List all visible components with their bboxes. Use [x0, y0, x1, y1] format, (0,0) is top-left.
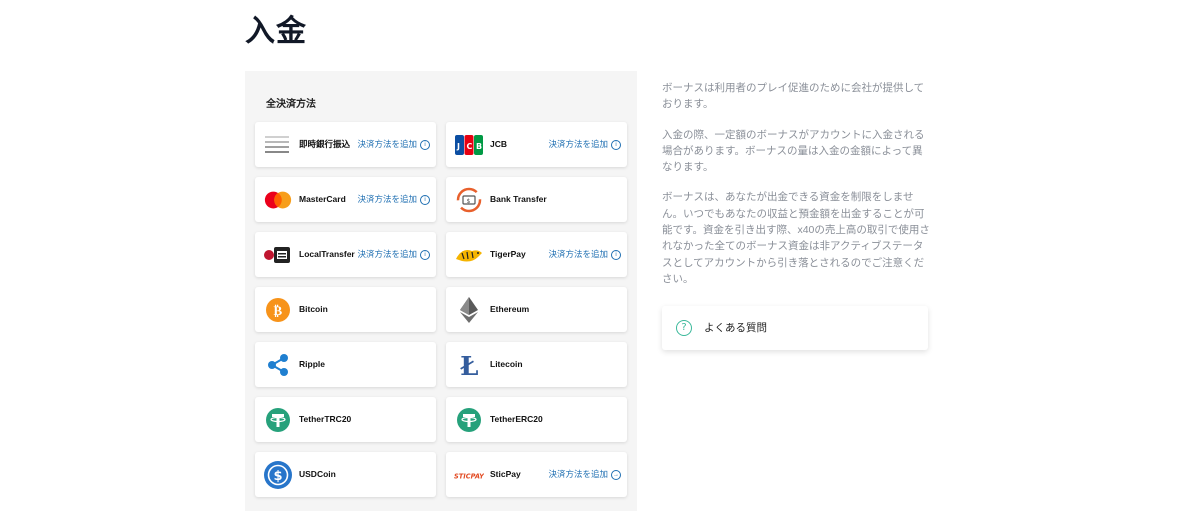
mastercard-icon [263, 185, 293, 215]
bonus-note: ボーナスは、あなたが出金できる資金を制限をしません。いつでもあなたの収益と預金額… [662, 191, 930, 285]
add-payment-method-link[interactable]: 決済方法を追加 i [548, 232, 621, 277]
section-heading: 全決済方法 [266, 99, 316, 110]
ethereum-icon [454, 295, 484, 325]
bitcoin-icon: ₿ [263, 295, 293, 325]
svg-text:$: $ [274, 469, 283, 484]
payment-method-card[interactable]: Ripple [255, 342, 436, 387]
payment-method-card[interactable]: ₿ Bitcoin [255, 287, 436, 332]
payment-method-card[interactable]: MasterCard 決済方法を追加 i [255, 177, 436, 222]
svg-text:J: J [456, 142, 460, 151]
bonus-notes: ボーナスは利用者のプレイ促進のために会社が提供しております。 入金の際、一定額の… [662, 80, 930, 301]
payment-method-name: Bitcoin [299, 304, 328, 314]
payment-method-name: Litecoin [490, 359, 523, 369]
payment-method-name: 即時銀行振込 [299, 139, 351, 149]
svg-text:B: B [476, 142, 482, 151]
jcb-icon: JCB [454, 130, 484, 160]
payment-method-name: JCB [490, 139, 508, 149]
add-payment-method-label: 決済方法を追加 [548, 249, 608, 259]
payment-method-name: Bank Transfer [490, 194, 547, 204]
faq-button[interactable]: ? よくある質問 [662, 306, 928, 350]
payment-methods-panel: 全決済方法 即時銀行振込 決済方法を追加 i J C B JCB 決済方法を追加 i Master… [245, 71, 637, 511]
info-icon: i [420, 249, 430, 260]
payment-methods-grid: 即時銀行振込 決済方法を追加 i J C B JCB 決済方法を追加 i MasterCard 決済… [255, 122, 627, 497]
ripple-icon [263, 350, 293, 380]
payment-method-name: TetherERC20 [490, 414, 543, 424]
payment-method-card[interactable]: Ethereum [446, 287, 627, 332]
payment-method-name: TetherTRC20 [299, 414, 352, 424]
payment-method-name: TigerPay [490, 249, 526, 259]
payment-method-card[interactable]: LocalTransfer 決済方法を追加 i [255, 232, 436, 277]
instant-bank-icon [263, 130, 293, 160]
svg-text:₿: ₿ [274, 304, 283, 319]
svg-text:$: $ [467, 198, 471, 205]
tigerpay-icon [454, 240, 484, 270]
payment-method-card[interactable]: TetherERC20 [446, 397, 627, 442]
question-icon: ? [676, 320, 692, 336]
bonus-note: ボーナスは利用者のプレイ促進のために会社が提供しております。 [662, 82, 925, 111]
svg-text:C: C [467, 142, 473, 151]
sticpay-icon: STICPAY [454, 460, 484, 490]
add-payment-method-link[interactable]: 決済方法を追加 i [357, 122, 430, 167]
payment-method-card[interactable]: 即時銀行振込 決済方法を追加 i [255, 122, 436, 167]
payment-method-card[interactable]: TigerPay 決済方法を追加 i [446, 232, 627, 277]
usdcoin-icon: $ [263, 460, 293, 490]
add-payment-method-label: 決済方法を追加 [548, 469, 608, 479]
payment-method-name: SticPay [490, 469, 521, 479]
add-payment-method-label: 決済方法を追加 [357, 249, 417, 259]
payment-method-card[interactable]: Ł Litecoin [446, 342, 627, 387]
payment-method-name: MasterCard [299, 194, 346, 204]
add-payment-method-link[interactable]: 決済方法を追加 i [357, 177, 430, 222]
add-payment-method-link[interactable]: 決済方法を追加 i [357, 232, 430, 277]
info-icon: i [420, 194, 430, 205]
local-transfer-icon [263, 240, 293, 270]
page-title: 入金 [245, 14, 307, 49]
payment-method-card[interactable]: STICPAY SticPay 決済方法を追加 → [446, 452, 627, 497]
litecoin-icon: Ł [454, 350, 484, 380]
info-icon: i [420, 139, 430, 150]
payment-method-name: LocalTransfer [299, 249, 355, 259]
info-icon: i [611, 249, 621, 260]
add-payment-method-link[interactable]: 決済方法を追加 → [548, 452, 621, 497]
tether-icon [263, 405, 293, 435]
bonus-note: 入金の際、一定額のボーナスがアカウントに入金される場合があります。ボーナスの量は… [662, 128, 925, 174]
svg-text:STICPAY: STICPAY [454, 473, 484, 481]
add-payment-method-label: 決済方法を追加 [357, 194, 417, 204]
payment-method-card[interactable]: J C B JCB 決済方法を追加 i [446, 122, 627, 167]
payment-method-card[interactable]: $ USDCoin [255, 452, 436, 497]
add-payment-method-link[interactable]: 決済方法を追加 i [548, 122, 621, 167]
payment-method-card[interactable]: TetherTRC20 [255, 397, 436, 442]
tether-icon [454, 405, 484, 435]
add-payment-method-label: 決済方法を追加 [357, 139, 417, 149]
payment-method-card[interactable]: $ Bank Transfer [446, 177, 627, 222]
faq-label: よくある質問 [704, 322, 767, 334]
payment-method-name: USDCoin [299, 469, 336, 479]
add-payment-method-label: 決済方法を追加 [548, 139, 608, 149]
payment-method-name: Ripple [299, 359, 325, 369]
bank-transfer-icon: $ [454, 185, 484, 215]
payment-method-name: Ethereum [490, 304, 530, 314]
svg-text:Ł: Ł [460, 352, 478, 379]
arrow-right-icon: → [611, 469, 621, 480]
info-icon: i [611, 139, 621, 150]
